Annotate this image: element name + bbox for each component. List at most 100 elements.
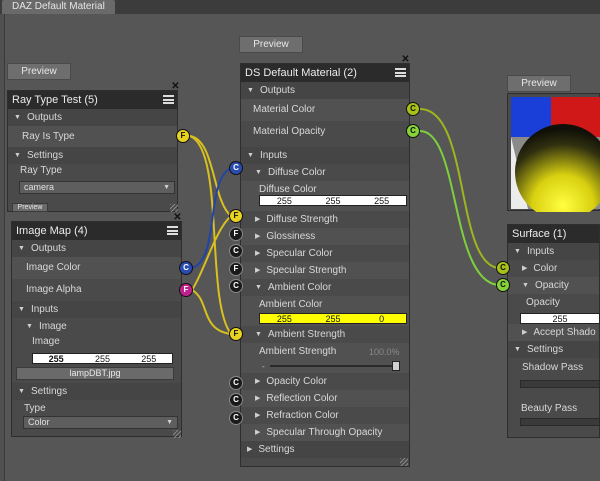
node-menu-icon[interactable] <box>163 95 174 104</box>
ray-type-settings-section[interactable]: Settings <box>8 147 177 164</box>
image-file-button[interactable]: lampDBT.jpg <box>16 367 174 380</box>
resize-grip-icon[interactable] <box>400 458 408 466</box>
collapse-icon <box>514 246 527 257</box>
image-color-output-port[interactable]: C <box>179 261 193 275</box>
image-map-inputs-section[interactable]: Inputs <box>12 301 181 318</box>
image-value-g[interactable]: 255 <box>79 354 125 364</box>
ray-type-outputs-section[interactable]: Outputs <box>8 109 177 126</box>
ray-type-preview-button[interactable]: Preview <box>7 63 71 80</box>
slider-track[interactable] <box>270 365 396 367</box>
material-opacity-output-port[interactable]: C <box>406 124 420 138</box>
glossiness-input-port[interactable]: F <box>229 227 243 241</box>
expand-icon <box>255 231 266 242</box>
refraction-color-row[interactable]: Refraction Color <box>241 407 409 424</box>
ds-inputs-section[interactable]: Inputs <box>241 147 409 164</box>
surface-node-header[interactable]: Surface (1) <box>508 225 599 243</box>
surface-inputs-section[interactable]: Inputs <box>508 243 599 260</box>
image-value-r[interactable]: 255 <box>33 354 79 364</box>
surface-preview-button[interactable]: Preview <box>507 75 571 92</box>
image-group-row[interactable]: Image <box>12 318 181 335</box>
surface-settings-section[interactable]: Settings <box>508 341 599 358</box>
reflection-color-input-port[interactable]: C <box>229 393 243 407</box>
ds-default-node-title: DS Default Material (2) <box>245 67 357 79</box>
glossiness-row[interactable]: Glossiness <box>241 228 409 245</box>
ds-default-material-node[interactable]: DS Default Material (2) Outputs Material… <box>240 63 410 467</box>
surface-color-row[interactable]: Color <box>508 260 599 277</box>
specular-strength-input-port[interactable]: F <box>229 262 243 276</box>
ray-is-type-output-port[interactable]: F <box>176 129 190 143</box>
image-map-node-header[interactable]: Image Map (4) <box>12 222 181 240</box>
tab-daz-default-material[interactable]: DAZ Default Material <box>2 0 115 14</box>
surface-color-input-port[interactable]: C <box>496 261 510 275</box>
ds-default-preview-button[interactable]: Preview <box>239 36 303 53</box>
settings-label: Settings <box>258 444 295 455</box>
resize-grip-icon[interactable] <box>170 204 178 212</box>
opacity-color-label: Opacity Color <box>266 376 327 387</box>
surface-opacity-value[interactable]: 255 <box>521 314 599 324</box>
diffuse-color-input-port[interactable]: C <box>229 161 243 175</box>
slider-minus-icon[interactable]: - <box>262 362 265 371</box>
diffuse-value-r[interactable]: 255 <box>260 196 309 206</box>
resize-grip-icon[interactable] <box>173 430 181 438</box>
ambient-strength-row[interactable]: Ambient Strength <box>241 326 409 343</box>
beauty-pass-toggle[interactable] <box>520 418 600 426</box>
diffuse-value-g[interactable]: 255 <box>309 196 358 206</box>
opacity-color-input-port[interactable]: C <box>229 376 243 390</box>
ray-type-dropdown[interactable]: camera <box>19 181 175 194</box>
settings-label: Settings <box>526 344 564 355</box>
surface-opacity-label: Opacity <box>526 297 560 308</box>
node-menu-icon[interactable] <box>167 226 178 235</box>
ambient-color-value-field[interactable]: 255 255 0 <box>259 313 407 324</box>
refraction-color-input-port[interactable]: C <box>229 411 243 425</box>
ray-type-hidden-preview-button[interactable]: Preview <box>12 203 48 212</box>
type-dropdown[interactable]: Color <box>23 416 178 429</box>
beauty-pass-label: Beauty Pass <box>521 403 578 414</box>
ambient-strength-slider[interactable]: - <box>262 361 404 371</box>
material-color-label: Material Color <box>253 104 316 115</box>
specular-color-row[interactable]: Specular Color <box>241 245 409 262</box>
ambient-color-input-port[interactable]: C <box>229 279 243 293</box>
ray-type-close-icon[interactable]: ✕ <box>171 82 180 92</box>
image-alpha-output-port[interactable]: F <box>179 283 193 297</box>
surface-opacity-row[interactable]: Opacity <box>508 277 599 294</box>
image-value-b[interactable]: 255 <box>126 354 172 364</box>
ds-default-node-header[interactable]: DS Default Material (2) <box>241 64 409 82</box>
opacity-color-row[interactable]: Opacity Color <box>241 373 409 390</box>
image-map-settings-section[interactable]: Settings <box>12 383 181 400</box>
ambient-color-row[interactable]: Ambient Color <box>241 279 409 296</box>
specular-color-input-port[interactable]: C <box>229 244 243 258</box>
settings-label: Settings <box>26 150 64 161</box>
ds-settings-section[interactable]: Settings <box>241 441 409 458</box>
surface-opacity-value-field[interactable]: 255 <box>520 313 600 324</box>
diffuse-strength-input-port[interactable]: F <box>229 209 243 223</box>
specular-strength-row[interactable]: Specular Strength <box>241 262 409 279</box>
ray-type-label: Ray Type <box>20 165 63 176</box>
shadow-pass-toggle[interactable] <box>520 380 600 388</box>
diffuse-color-value-field[interactable]: 255 255 255 <box>259 195 407 206</box>
image-value-field[interactable]: 255 255 255 <box>32 353 173 364</box>
collapse-icon <box>255 282 268 293</box>
slider-thumb[interactable] <box>392 361 400 371</box>
ambient-value-b[interactable]: 0 <box>357 314 406 324</box>
image-map-close-icon[interactable]: ✕ <box>173 213 182 223</box>
diffuse-strength-row[interactable]: Diffuse Strength <box>241 211 409 228</box>
ambient-value-g[interactable]: 255 <box>309 314 358 324</box>
specular-through-opacity-row[interactable]: Specular Through Opacity <box>241 424 409 441</box>
diffuse-value-b[interactable]: 255 <box>357 196 406 206</box>
surface-color-label: Color <box>533 263 558 274</box>
type-label: Type <box>24 403 46 414</box>
reflection-color-row[interactable]: Reflection Color <box>241 390 409 407</box>
surface-opacity-input-port[interactable]: C <box>496 278 510 292</box>
node-menu-icon[interactable] <box>395 68 406 77</box>
image-label: Image <box>32 336 60 347</box>
ray-type-node-header[interactable]: Ray Type Test (5) <box>8 91 177 109</box>
ambient-value-r[interactable]: 255 <box>260 314 309 324</box>
accept-shadows-row[interactable]: Accept Shado <box>508 324 599 341</box>
ds-outputs-section[interactable]: Outputs <box>241 82 409 99</box>
ambient-strength-input-port[interactable]: F <box>229 327 243 341</box>
image-map-node-title: Image Map (4) <box>16 225 88 237</box>
ambient-strength-label: Ambient Strength <box>267 329 346 340</box>
image-map-outputs-section[interactable]: Outputs <box>12 240 181 257</box>
material-color-output-port[interactable]: C <box>406 102 420 116</box>
diffuse-color-row[interactable]: Diffuse Color <box>241 164 409 181</box>
